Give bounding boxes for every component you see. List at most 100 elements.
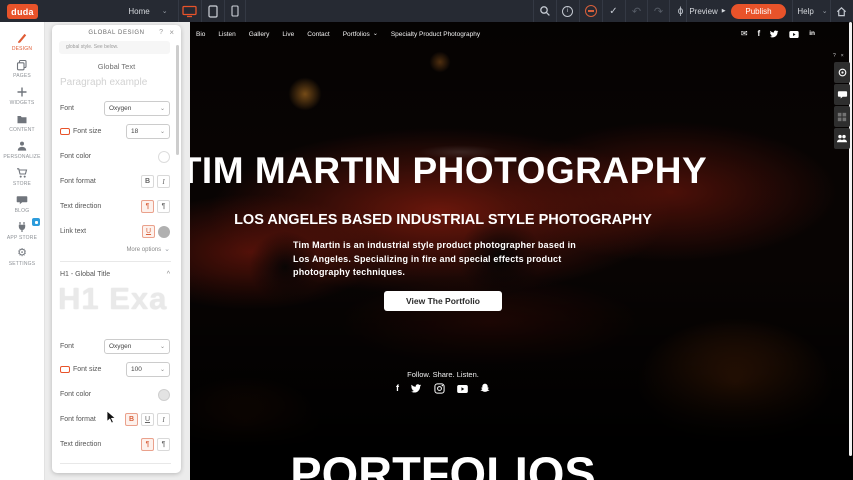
comment-icon xyxy=(837,89,848,100)
h1-font-size-row: Font size 100 ⌄ xyxy=(60,362,170,377)
sidebar-item-personalize[interactable]: PERSONALIZE xyxy=(0,136,44,163)
hero-subtitle[interactable]: LOS ANGELES BASED INDUSTRIAL STYLE PHOTO… xyxy=(234,212,652,228)
youtube-icon[interactable] xyxy=(789,31,799,38)
h1-ltr-button[interactable]: ¶ xyxy=(141,438,154,451)
rtl-button[interactable]: ¶ xyxy=(157,200,170,213)
home-icon xyxy=(836,6,847,17)
h1-section-header[interactable]: H1 - Global Title ^ xyxy=(60,267,170,282)
plug-icon xyxy=(16,221,28,233)
page-selector-label: Home xyxy=(128,7,149,16)
chevron-down-icon: ⌄ xyxy=(160,106,165,112)
h1-font-color-swatch[interactable] xyxy=(158,389,170,401)
comments-button[interactable] xyxy=(834,84,850,105)
toolbar-help[interactable]: ? xyxy=(833,53,836,59)
team-icon xyxy=(836,133,848,144)
toolbar-header: ? × xyxy=(833,53,844,59)
sidebar-item-store[interactable]: STORE xyxy=(0,163,44,190)
h1-font-size-select[interactable]: 100 ⌄ xyxy=(126,362,170,377)
divider xyxy=(60,261,171,262)
close-icon[interactable]: × xyxy=(169,28,174,37)
toolbar-close-icon[interactable]: × xyxy=(841,53,844,59)
nav-item-specialty[interactable]: Specialty Product Photography xyxy=(391,31,480,38)
preview-button[interactable]: Preview ▶ xyxy=(686,0,728,22)
linkedin-icon[interactable]: in xyxy=(809,31,815,38)
hero-body-text[interactable]: Tim Martin is an industrial style produc… xyxy=(293,239,593,280)
follow-text[interactable]: Follow. Share. Listen. xyxy=(407,370,479,379)
dashboard-home-button[interactable] xyxy=(830,0,852,22)
record-button[interactable] xyxy=(834,62,850,83)
duda-logo[interactable]: duda xyxy=(7,4,38,19)
undo-button[interactable]: ↶ xyxy=(625,0,647,22)
hero-title[interactable]: TIM MARTIN PHOTOGRAPHY xyxy=(190,150,707,192)
nav-item-contact[interactable]: Contact xyxy=(307,31,329,38)
sidebar-item-app-store[interactable]: APP STORE xyxy=(0,217,44,244)
twitter-icon[interactable] xyxy=(411,384,422,393)
mobile-view-button[interactable] xyxy=(224,0,246,22)
chevron-down-icon: ⌄ xyxy=(164,246,170,253)
italic-button[interactable]: I xyxy=(157,175,170,188)
search-icon xyxy=(539,5,551,17)
help-label: Help xyxy=(797,7,813,16)
record-icon xyxy=(837,67,848,78)
nav-item-listen[interactable]: Listen xyxy=(218,31,235,38)
h1-italic-button[interactable]: I xyxy=(157,413,170,426)
redo-button[interactable]: ↷ xyxy=(647,0,669,22)
bold-button[interactable]: B xyxy=(141,175,154,188)
h1-bold-button[interactable]: B xyxy=(125,413,138,426)
info-button[interactable]: i xyxy=(556,0,578,22)
feedback-button[interactable] xyxy=(579,0,601,22)
brush-icon xyxy=(16,32,28,44)
font-color-swatch[interactable] xyxy=(158,151,170,163)
h1-font-select[interactable]: Oxygen ⌄ xyxy=(104,339,170,354)
help-menu[interactable]: Help ⌄ xyxy=(792,0,832,22)
text-direction-row: Text direction ¶ ¶ xyxy=(60,199,170,214)
ltr-button[interactable]: ¶ xyxy=(141,200,154,213)
sidebar-item-pages[interactable]: PAGES xyxy=(0,55,44,82)
link-color-swatch[interactable] xyxy=(158,226,170,238)
portfolios-heading[interactable]: PORTFOLIOS xyxy=(290,446,596,480)
site-canvas[interactable]: Bio Listen Gallery Live Contact Portfoli… xyxy=(190,22,853,480)
sidebar-item-content[interactable]: CONTENT xyxy=(0,109,44,136)
undo-icon: ↶ xyxy=(632,5,641,18)
font-select[interactable]: Oxygen ⌄ xyxy=(104,101,170,116)
sidebar-item-widgets[interactable]: WIDGETS xyxy=(0,82,44,109)
nav-item-gallery[interactable]: Gallery xyxy=(249,31,270,38)
desktop-view-button[interactable] xyxy=(178,0,200,22)
font-size-select[interactable]: 18 ⌄ xyxy=(126,124,170,139)
view-portfolio-button[interactable]: View The Portfolio xyxy=(384,291,502,311)
more-options-link[interactable]: More options ⌄ xyxy=(126,246,170,253)
mobile-icon xyxy=(231,5,239,17)
search-button[interactable] xyxy=(533,0,555,22)
chevron-down-icon: ⌄ xyxy=(373,31,378,37)
twitter-icon[interactable] xyxy=(770,30,779,38)
email-icon[interactable]: ✉ xyxy=(741,30,748,38)
grid-icon xyxy=(837,112,847,122)
collaboration-toolbar xyxy=(834,62,850,149)
panel-help-button[interactable]: ? xyxy=(159,29,163,36)
sections-button[interactable] xyxy=(834,106,850,127)
panel-scrollbar[interactable] xyxy=(176,45,179,155)
underline-button[interactable]: U xyxy=(142,225,155,238)
h1-rtl-button[interactable]: ¶ xyxy=(157,438,170,451)
facebook-icon[interactable]: f xyxy=(758,30,761,38)
sidebar-item-settings[interactable]: ⚙ SETTINGS xyxy=(0,244,44,271)
sidebar-item-design[interactable]: DESIGN xyxy=(0,28,44,55)
paragraph-preview: Paragraph example xyxy=(60,77,147,88)
tablet-view-button[interactable] xyxy=(201,0,223,22)
snapchat-icon[interactable] xyxy=(480,383,490,394)
publish-button[interactable]: Publish xyxy=(731,4,786,19)
panel-header: GLOBAL DESIGN ? × xyxy=(52,25,181,41)
cart-icon xyxy=(16,167,28,179)
facebook-icon[interactable]: f xyxy=(396,384,399,393)
sidebar-item-blog[interactable]: BLOG xyxy=(0,190,44,217)
nav-item-portfolios[interactable]: Portfolios ⌄ xyxy=(343,31,378,38)
person-icon xyxy=(16,140,28,152)
team-button[interactable] xyxy=(834,128,850,149)
youtube-icon[interactable] xyxy=(457,385,468,393)
nav-item-bio[interactable]: Bio xyxy=(196,31,205,38)
tablet-icon xyxy=(208,5,218,18)
h1-underline-button[interactable]: U xyxy=(141,413,154,426)
page-selector[interactable]: Home ⌄ xyxy=(116,0,180,22)
nav-item-live[interactable]: Live xyxy=(282,31,294,38)
instagram-icon[interactable] xyxy=(434,383,445,394)
